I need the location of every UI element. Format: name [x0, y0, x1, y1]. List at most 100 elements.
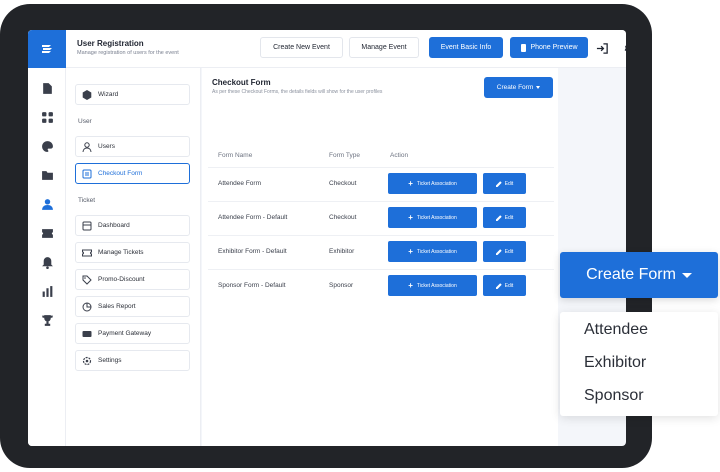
- form-type-cell: Sponsor: [329, 282, 354, 289]
- sidebar-item-label: Promo-Discount: [98, 276, 145, 283]
- phone-preview-label: Phone Preview: [530, 44, 578, 51]
- ticket-association-label: Ticket Association: [416, 248, 457, 255]
- edit-label: Edit: [504, 214, 514, 221]
- trophy-icon[interactable]: [28, 306, 66, 335]
- phone-preview-button[interactable]: Phone Preview: [510, 37, 588, 58]
- form-icon: [82, 169, 92, 179]
- table-row: Attendee Form Checkout + Ticket Associati…: [208, 167, 554, 201]
- create-new-event-button[interactable]: Create New Event: [260, 37, 343, 58]
- ticket-association-label: Ticket Association: [416, 180, 457, 187]
- pencil-icon: [495, 282, 502, 289]
- create-form-label: Create Form: [496, 84, 534, 91]
- section-subtitle: As per these Checkout Forms, the details…: [212, 89, 383, 95]
- sidebar-section-ticket: Ticket: [78, 197, 96, 204]
- create-form-callout-button[interactable]: Create Form: [560, 252, 718, 298]
- edit-label: Edit: [504, 248, 514, 255]
- ticket-association-label: Ticket Association: [416, 282, 457, 289]
- edit-button[interactable]: Edit: [483, 173, 526, 194]
- logout-icon[interactable]: [594, 40, 610, 56]
- menu-item-attendee[interactable]: Attendee: [584, 321, 648, 339]
- sidebar-item-manage-tickets[interactable]: Manage Tickets: [75, 242, 190, 263]
- wizard-icon: [82, 89, 92, 100]
- create-form-callout-label: Create Form: [586, 266, 676, 283]
- form-type-cell: Checkout: [329, 180, 357, 187]
- sidebar-section-user: User: [78, 118, 92, 125]
- ticket-icon: [82, 248, 92, 258]
- sidebar-item-label: Users: [98, 143, 115, 150]
- tag-icon: [82, 275, 92, 285]
- top-bar: User Registration Manage registration of…: [66, 30, 626, 68]
- sidebar-item-wizard[interactable]: Wizard: [75, 84, 190, 105]
- sidebar-item-label: Checkout Form: [98, 170, 143, 177]
- sidebar-item-label: Wizard: [98, 91, 119, 98]
- sidebar-item-sales-report[interactable]: Sales Report: [75, 296, 190, 317]
- checkout-form-card: Checkout Form As per these Checkout Form…: [202, 68, 558, 446]
- edit-label: Edit: [504, 180, 514, 187]
- folder-icon[interactable]: [28, 161, 66, 190]
- sidebar-item-label: Manage Tickets: [98, 249, 144, 256]
- logo-icon: [42, 45, 52, 53]
- app-screen: User Registration Manage registration of…: [28, 30, 626, 446]
- chevron-down-icon: [536, 86, 541, 89]
- sidebar-item-dashboard[interactable]: Dashboard: [75, 215, 190, 236]
- edit-button[interactable]: Edit: [483, 207, 526, 228]
- sidebar-item-payment-gateway[interactable]: Payment Gateway: [75, 323, 190, 344]
- palette-icon[interactable]: [28, 132, 66, 161]
- form-name-cell: Attendee Form - Default: [218, 214, 288, 221]
- settings-icon[interactable]: [622, 40, 626, 56]
- bar-chart-icon[interactable]: [28, 277, 66, 306]
- ticket-icon[interactable]: [28, 219, 66, 248]
- user-icon[interactable]: [28, 190, 66, 219]
- page-title: User Registration: [77, 39, 144, 48]
- app-logo[interactable]: [28, 30, 66, 68]
- ticket-association-button[interactable]: + Ticket Association: [388, 173, 477, 194]
- sidebar-item-label: Dashboard: [98, 222, 130, 229]
- sidebar-item-promo-discount[interactable]: Promo-Discount: [75, 269, 190, 290]
- pencil-icon: [495, 214, 502, 221]
- form-name-cell: Exhibitor Form - Default: [218, 248, 287, 255]
- sidebar-item-checkout-form[interactable]: Checkout Form: [75, 163, 190, 184]
- form-name-cell: Attendee Form: [218, 180, 261, 187]
- tablet-frame: User Registration Manage registration of…: [0, 4, 652, 468]
- plus-icon: +: [408, 178, 413, 188]
- edit-button[interactable]: Edit: [483, 275, 526, 296]
- table-row: Sponsor Form - Default Sponsor + Ticket A…: [208, 269, 554, 303]
- pie-chart-icon: [82, 302, 92, 312]
- event-basic-info-button[interactable]: Event Basic Info: [429, 37, 503, 58]
- icon-rail: [28, 30, 66, 446]
- create-form-dropdown-menu: Attendee Exhibitor Sponsor: [560, 312, 718, 416]
- form-type-cell: Exhibitor: [329, 248, 355, 255]
- dashboard-icon: [82, 221, 92, 231]
- grid-icon[interactable]: [28, 103, 66, 132]
- sidebar-item-label: Settings: [98, 357, 122, 364]
- ticket-association-label: Ticket Association: [416, 214, 457, 221]
- column-header-form-type: Form Type: [329, 152, 360, 159]
- sidebar-item-users[interactable]: Users: [75, 136, 190, 157]
- manage-event-button[interactable]: Manage Event: [349, 37, 419, 58]
- plus-icon: +: [408, 212, 413, 222]
- plus-icon: +: [408, 246, 413, 256]
- gear-icon: [82, 356, 92, 366]
- ticket-association-button[interactable]: + Ticket Association: [388, 207, 477, 228]
- file-icon[interactable]: [28, 74, 66, 103]
- page-subtitle: Manage registration of users for the eve…: [77, 50, 179, 56]
- sidebar-item-label: Sales Report: [98, 303, 136, 310]
- edit-button[interactable]: Edit: [483, 241, 526, 262]
- create-form-button[interactable]: Create Form: [484, 77, 553, 98]
- secondary-sidebar: Wizard User Users Checkout Form Ticket D…: [66, 68, 201, 446]
- phone-icon: [521, 43, 527, 52]
- ticket-association-button[interactable]: + Ticket Association: [388, 275, 477, 296]
- section-title: Checkout Form: [212, 78, 271, 87]
- form-name-cell: Sponsor Form - Default: [218, 282, 286, 289]
- pencil-icon: [495, 248, 502, 255]
- ticket-association-button[interactable]: + Ticket Association: [388, 241, 477, 262]
- sidebar-item-settings[interactable]: Settings: [75, 350, 190, 371]
- column-header-action: Action: [390, 152, 409, 159]
- menu-item-exhibitor[interactable]: Exhibitor: [584, 354, 646, 372]
- plus-icon: +: [408, 280, 413, 290]
- column-header-form-name: Form Name: [218, 152, 253, 159]
- bell-icon[interactable]: [28, 248, 66, 277]
- pencil-icon: [495, 180, 502, 187]
- menu-item-sponsor[interactable]: Sponsor: [584, 387, 644, 405]
- user-icon: [82, 141, 92, 152]
